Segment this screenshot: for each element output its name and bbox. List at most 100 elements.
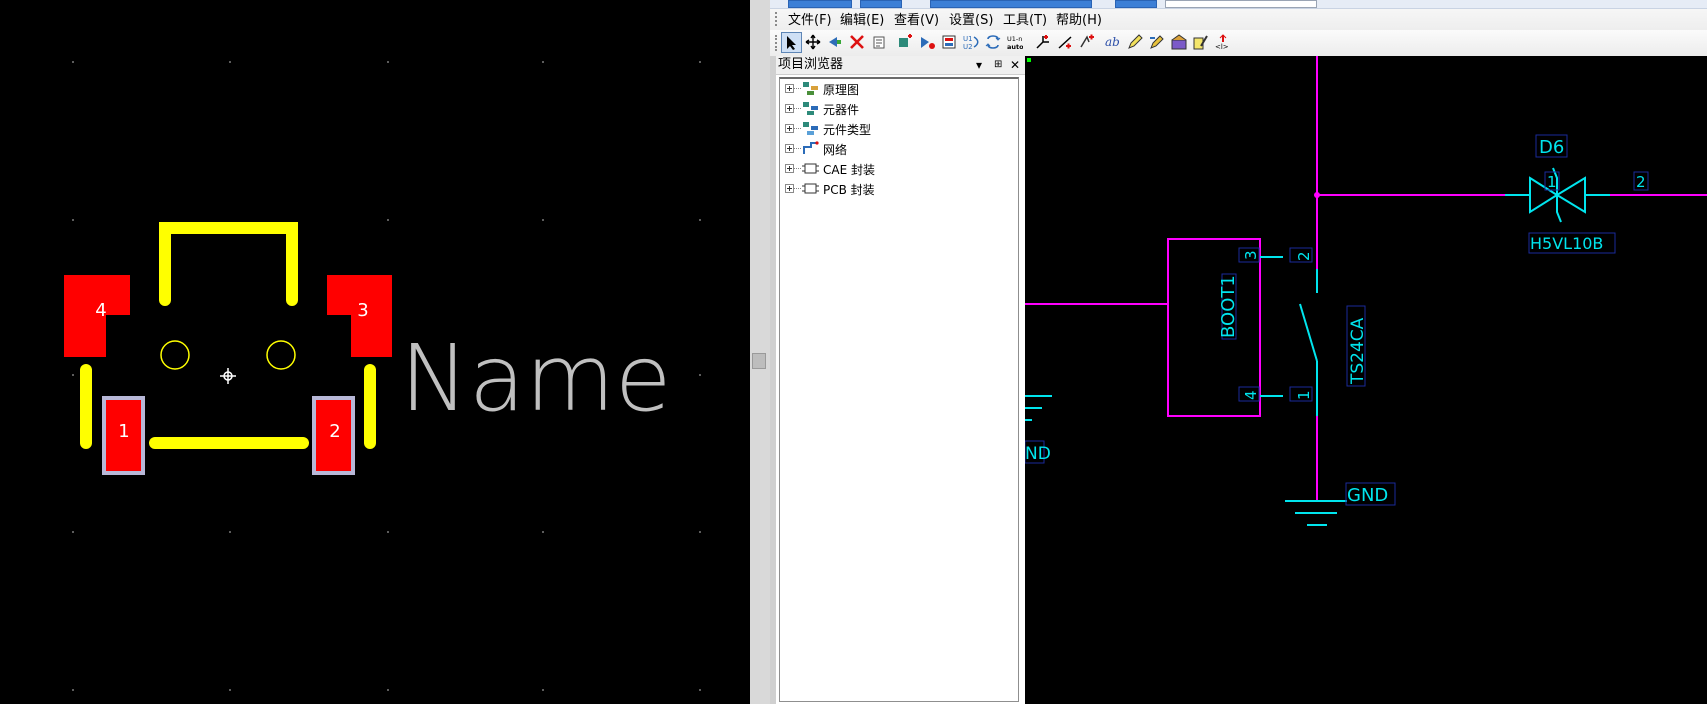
- project-browser-panel: 项目浏览器 ▾ ⊞ ✕ 原理图 元器件 元件类型 网络 CAE 封装 PCB 封…: [776, 56, 1027, 704]
- menu-settings[interactable]: 设置(S): [947, 9, 995, 28]
- title-strip-button[interactable]: [930, 0, 1092, 8]
- title-strip-button[interactable]: [788, 0, 852, 8]
- swap-pins-button[interactable]: [983, 32, 1004, 53]
- swap-gates-button[interactable]: U1 U2: [961, 32, 982, 53]
- tree-item-label: CAE 封装: [823, 163, 875, 177]
- menu-tools[interactable]: 工具(T): [1001, 9, 1049, 28]
- boot-pin4-label: 4: [1242, 390, 1260, 400]
- properties-button[interactable]: [869, 32, 890, 53]
- add-bus-button[interactable]: [939, 32, 960, 53]
- pcb-decal-canvas[interactable]: 4 3 1 2 Name: [0, 0, 750, 704]
- pad-label-1: 1: [118, 421, 129, 442]
- diode-value-label[interactable]: H5VL10B: [1530, 234, 1603, 253]
- menu-file[interactable]: 文件(F): [786, 9, 834, 28]
- arrow-pointer-icon: [787, 36, 796, 50]
- pad-label-4: 4: [95, 300, 106, 321]
- title-strip-field[interactable]: [1165, 0, 1317, 8]
- delete-button[interactable]: [847, 32, 868, 53]
- gnd-partial-label[interactable]: ND: [1025, 444, 1051, 464]
- add-text-button[interactable]: [1077, 32, 1098, 53]
- panel-close-icon[interactable]: ✕: [1010, 56, 1020, 74]
- decal-name-text[interactable]: Name: [400, 325, 671, 432]
- add-connection-button[interactable]: [917, 32, 938, 53]
- title-strip-button[interactable]: [860, 0, 902, 8]
- boot-pin3-label: 3: [1242, 250, 1260, 260]
- pencil-icon: [1128, 34, 1143, 49]
- boot-ref-label[interactable]: BOOT1: [1218, 275, 1239, 338]
- mount-hole-right: [266, 340, 296, 370]
- cae-decal-icon: [802, 163, 819, 174]
- menu-bar: 文件(F) 编辑(E) 查看(V) 设置(S) 工具(T) 帮助(H): [770, 0, 1707, 30]
- pin-numbers-icon: <l>: [1215, 34, 1229, 50]
- bus-entry-icon: [1036, 35, 1049, 49]
- toolbar-grip: [775, 35, 780, 51]
- panel-pin-icon[interactable]: ⊞: [994, 56, 1002, 74]
- add-wire-button[interactable]: [1055, 32, 1076, 53]
- add-part-button[interactable]: [895, 32, 916, 53]
- expand-icon[interactable]: [785, 104, 794, 113]
- expand-icon[interactable]: [785, 84, 794, 93]
- project-tree[interactable]: 原理图 元器件 元件类型 网络 CAE 封装 PCB 封装: [779, 77, 1019, 702]
- attributes-icon: [1193, 35, 1208, 50]
- move-tool-button[interactable]: [803, 32, 824, 53]
- pan-tool-button[interactable]: [825, 32, 846, 53]
- tree-item-label: 原理图: [823, 83, 860, 97]
- auto-rename-button[interactable]: U1-n auto: [1005, 32, 1026, 53]
- menu-view[interactable]: 查看(V): [892, 9, 941, 28]
- title-strip-button[interactable]: [1115, 0, 1157, 8]
- select-tool-button[interactable]: [781, 32, 802, 53]
- svg-text:ab: ab: [1105, 35, 1120, 49]
- schematic-icon: [803, 82, 818, 95]
- panel-menu-icon[interactable]: ▾: [976, 56, 982, 74]
- modify-button[interactable]: [1147, 32, 1168, 53]
- add-bus-icon: [942, 35, 956, 49]
- nets-icon: [803, 141, 819, 154]
- wire-icon: [1058, 36, 1072, 49]
- splitter-grip[interactable]: [752, 353, 766, 369]
- diode-ref-label[interactable]: D6: [1539, 137, 1564, 158]
- gnd-label[interactable]: GND: [1347, 485, 1388, 506]
- menu-help[interactable]: 帮助(H): [1054, 9, 1104, 28]
- expand-icon[interactable]: [785, 184, 794, 193]
- draw-button[interactable]: [1125, 32, 1146, 53]
- expand-icon[interactable]: [785, 164, 794, 173]
- schematic-wires: [1025, 56, 1707, 501]
- library-button[interactable]: [1169, 32, 1190, 53]
- swap-gates-icon: U1U2: [963, 35, 979, 50]
- add-connection-icon: [921, 37, 935, 49]
- tree-item-label: 网络: [823, 143, 848, 157]
- svg-text:<l>: <l>: [1215, 43, 1229, 50]
- pad-label-3: 3: [357, 300, 368, 321]
- add-bus-entry-button[interactable]: [1033, 32, 1054, 53]
- svg-text:U2: U2: [963, 43, 973, 50]
- pad-label-2: 2: [329, 421, 340, 442]
- show-pin-numbers-button[interactable]: <l>: [1213, 32, 1234, 53]
- properties-icon: [873, 36, 885, 49]
- edit-text-button[interactable]: ab: [1103, 32, 1124, 53]
- expand-icon[interactable]: [785, 144, 794, 153]
- pan-icon: [829, 37, 841, 47]
- toolbar: U1 U2 U1-n auto ab <l>: [770, 30, 1707, 57]
- library-icon: [1171, 34, 1187, 50]
- canvas-origin-marker: [1027, 58, 1031, 62]
- svg-text:U1-n: U1-n: [1007, 35, 1022, 43]
- swap-pins-icon: [985, 35, 1001, 49]
- diode-pin1-label: 1: [1547, 173, 1557, 191]
- part-types-icon: [803, 122, 818, 135]
- edit-text-icon: ab: [1105, 35, 1120, 49]
- expand-icon[interactable]: [785, 124, 794, 133]
- schematic-canvas[interactable]: D6 1 2 H5VL10B BOOT1 3 4 2 1 TS24CA GND …: [1025, 56, 1707, 704]
- attributes-button[interactable]: [1191, 32, 1212, 53]
- switch-pin1-label: 1: [1295, 390, 1313, 400]
- diode-pin2-label: 2: [1636, 173, 1646, 191]
- switch-value-label[interactable]: TS24CA: [1348, 317, 1368, 385]
- parts-icon: [803, 102, 818, 115]
- add-text-icon: [1080, 34, 1094, 48]
- delete-icon: [850, 35, 864, 49]
- pane-splitter[interactable]: [750, 0, 770, 704]
- mount-hole-left: [160, 340, 190, 370]
- move-icon: [805, 34, 821, 50]
- origin-marker: [220, 368, 236, 384]
- menu-edit[interactable]: 编辑(E): [838, 9, 886, 28]
- svg-text:U1: U1: [963, 35, 973, 43]
